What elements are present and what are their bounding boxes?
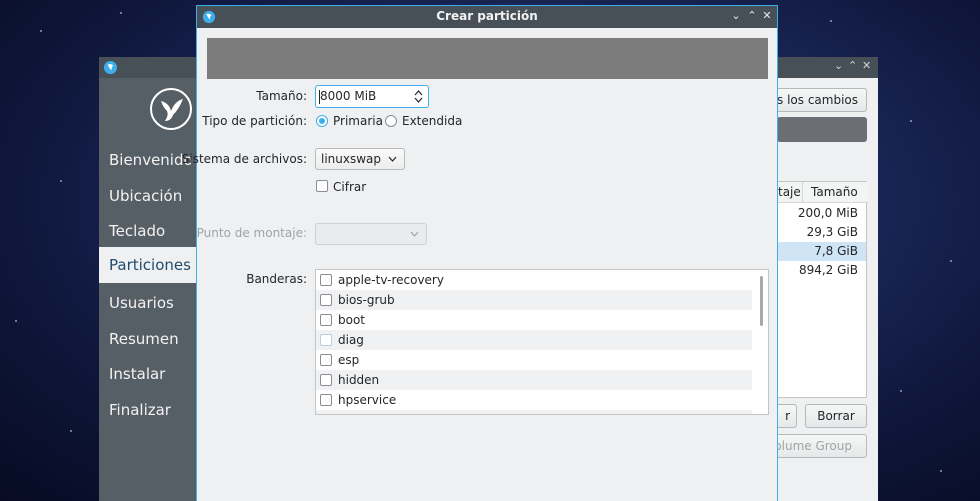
maximize-icon[interactable]: ⌃ (746, 9, 758, 22)
star (950, 260, 952, 262)
create-partition-dialog: Crear partición ⌄ ⌃ ✕ Tamaño: 8000 MiB T… (182, 5, 778, 501)
flag-label[interactable]: boot (338, 313, 365, 327)
sidebar-item-particiones: Particiones (99, 247, 197, 283)
maximize-icon[interactable]: ⌃ (848, 59, 857, 72)
partitions-table: taje Tamaño 200,0 MiB 29,3 GiB 7,8 GiB 8… (777, 181, 868, 398)
flag-checkbox[interactable] (320, 314, 332, 326)
table-cell-size[interactable]: 7,8 GiB (814, 242, 858, 261)
flag-row[interactable]: bios-grub (316, 290, 752, 310)
star (40, 30, 42, 32)
table-cell-size[interactable]: 29,3 GiB (807, 223, 858, 242)
size-spinbox[interactable]: 8000 MiB (315, 85, 429, 108)
filesystem-select[interactable]: linuxswap (315, 148, 405, 170)
text-cursor (319, 90, 320, 104)
sidebar-item-usuarios: Usuarios (109, 294, 174, 312)
table-cell-size[interactable]: 200,0 MiB (798, 204, 858, 223)
distro-logo-icon (150, 88, 192, 130)
flags-label: Banderas: (246, 272, 307, 286)
partition-preview-bar (207, 38, 768, 79)
table-cell-size[interactable]: 894,2 GiB (799, 261, 858, 280)
minimize-icon[interactable]: ⌄ (730, 9, 742, 22)
encrypt-label[interactable]: Cifrar (333, 180, 366, 194)
flag-row[interactable] (316, 410, 752, 415)
size-value[interactable]: 8000 MiB (320, 89, 376, 103)
extended-radio[interactable] (385, 115, 397, 127)
sidebar-item-finalizar: Finalizar (109, 401, 171, 419)
sidebar-item-resumen: Resumen (109, 330, 179, 348)
extended-radio-label[interactable]: Extendida (402, 114, 462, 128)
star (900, 390, 902, 392)
flag-row[interactable]: hidden (316, 370, 752, 390)
sidebar: Bienvenido Ubicación Teclado Particiones… (99, 78, 197, 501)
minimize-icon[interactable]: ⌄ (834, 59, 843, 72)
chevron-down-icon (388, 156, 397, 162)
mount-point-select[interactable] (315, 223, 427, 245)
flag-label[interactable]: hidden (338, 373, 379, 387)
flag-checkbox[interactable] (320, 414, 332, 415)
flag-label[interactable]: esp (338, 353, 359, 367)
column-header-size: Tamaño (802, 182, 868, 203)
encrypt-checkbox[interactable] (316, 180, 328, 192)
star (15, 320, 17, 322)
close-icon[interactable]: ✕ (862, 59, 871, 72)
close-icon[interactable]: ✕ (761, 9, 773, 22)
flag-row[interactable]: esp (316, 350, 752, 370)
chevron-down-icon (410, 231, 419, 237)
flag-checkbox[interactable] (320, 334, 332, 346)
filesystem-value: linuxswap (321, 152, 382, 166)
primary-radio-label[interactable]: Primaria (333, 114, 383, 128)
star (70, 430, 72, 432)
flag-checkbox[interactable] (320, 274, 332, 286)
primary-radio[interactable] (316, 115, 328, 127)
flag-label[interactable]: hpservice (338, 393, 396, 407)
size-label: Tamaño: (256, 89, 307, 103)
star (120, 12, 122, 14)
sidebar-item-ubicacion: Ubicación (109, 187, 183, 205)
partition-type-label: Tipo de partición: (202, 114, 307, 128)
mount-point-label: Punto de montaje: (196, 226, 307, 240)
flag-checkbox[interactable] (320, 294, 332, 306)
delete-button[interactable]: Borrar (805, 404, 867, 428)
sidebar-item-instalar: Instalar (109, 365, 166, 383)
dialog-titlebar: Crear partición ⌄ ⌃ ✕ (197, 6, 777, 28)
installer-app-icon (103, 60, 118, 75)
filesystem-label: Sistema de archivos: (181, 152, 307, 166)
flag-checkbox[interactable] (320, 374, 332, 386)
star (830, 20, 832, 22)
flag-row[interactable]: hpservice (316, 390, 752, 410)
column-header-partial: taje (778, 182, 802, 203)
flag-row[interactable]: boot (316, 310, 752, 330)
flag-label[interactable]: apple-tv-recovery (338, 273, 444, 287)
flag-label[interactable]: bios-grub (338, 293, 395, 307)
disk-usage-bar (777, 117, 867, 142)
flag-row[interactable]: apple-tv-recovery (316, 270, 752, 290)
flag-row[interactable]: diag (316, 330, 752, 350)
flag-checkbox[interactable] (320, 354, 332, 366)
sidebar-item-teclado: Teclado (109, 222, 166, 240)
spin-arrows-icon[interactable] (414, 89, 423, 104)
star (60, 180, 62, 182)
dialog-title: Crear partición (436, 9, 538, 23)
star (910, 120, 912, 122)
flag-checkbox[interactable] (320, 394, 332, 406)
flags-scrollbar[interactable] (760, 276, 763, 326)
flag-label[interactable]: diag (338, 333, 364, 347)
flags-list[interactable]: apple-tv-recovery bios-grub boot diag es… (315, 269, 769, 415)
star (940, 470, 942, 472)
